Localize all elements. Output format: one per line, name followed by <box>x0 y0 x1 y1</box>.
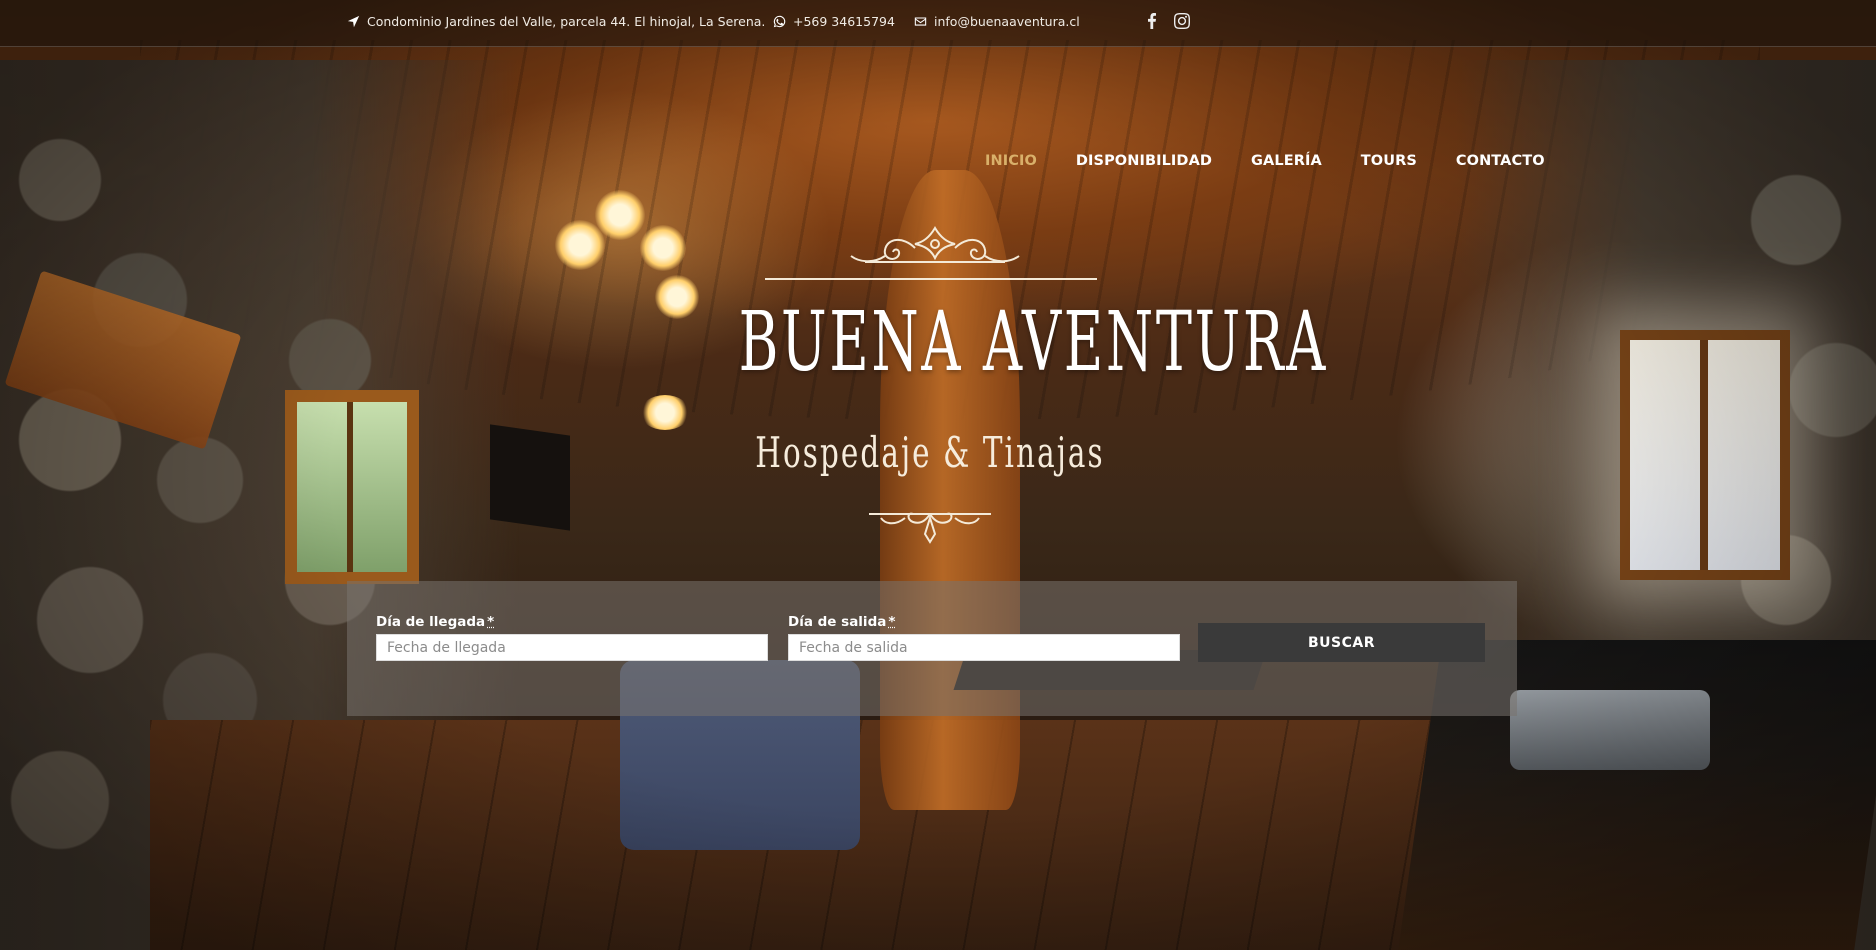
whatsapp-icon <box>773 15 786 28</box>
booking-search-panel: Día de llegada* Día de salida* BUSCAR <box>347 581 1517 716</box>
arrival-field: Día de llegada * <box>376 614 768 661</box>
brand-name: BUENA AVENTURA <box>738 295 1328 390</box>
departure-label: Día de salida * <box>788 614 1180 630</box>
phone-item[interactable]: +569 34615794 <box>773 14 895 29</box>
departure-field: Día de salida * <box>788 614 1180 661</box>
location-arrow-icon <box>347 15 360 28</box>
instagram-icon[interactable] <box>1173 12 1191 30</box>
nav-item-disponibilidad[interactable]: DISPONIBILIDAD <box>1076 153 1212 169</box>
main-navigation: INICIO DISPONIBILIDAD GALERÍA TOURS CONT… <box>985 153 1545 169</box>
facebook-icon[interactable] <box>1143 12 1161 30</box>
address-item: Condominio Jardines del Valle, parcela 4… <box>347 14 765 29</box>
required-mark: * <box>487 614 495 630</box>
departure-date-input[interactable] <box>788 634 1180 661</box>
email-item[interactable]: info@buenaaventura.cl <box>914 14 1080 29</box>
departure-label-text: Día de salida <box>788 614 887 630</box>
arrival-label-text: Día de llegada <box>376 614 486 630</box>
social-links <box>1143 12 1191 30</box>
ornament-divider <box>765 278 1097 280</box>
nav-item-inicio[interactable]: INICIO <box>985 153 1037 169</box>
email-text[interactable]: info@buenaaventura.cl <box>934 14 1080 29</box>
envelope-icon <box>914 17 927 26</box>
nav-item-tours[interactable]: TOURS <box>1361 153 1417 169</box>
arrival-label: Día de llegada * <box>376 614 768 630</box>
site-logo[interactable]: BUENA AVENTURA Hospedaje & Tinajas <box>640 222 1328 547</box>
nav-item-contacto[interactable]: CONTACTO <box>1456 153 1545 169</box>
ornament-top-icon <box>850 226 1020 263</box>
arrival-date-input[interactable] <box>376 634 768 661</box>
top-info-bar: Condominio Jardines del Valle, parcela 4… <box>0 0 1876 47</box>
phone-text[interactable]: +569 34615794 <box>793 14 895 29</box>
brand-tagline: Hospedaje & Tinajas <box>755 428 1105 477</box>
search-button[interactable]: BUSCAR <box>1198 623 1485 662</box>
required-mark: * <box>888 614 896 630</box>
ornament-bottom-icon <box>869 512 991 544</box>
address-text: Condominio Jardines del Valle, parcela 4… <box>367 14 766 29</box>
nav-item-galeria[interactable]: GALERÍA <box>1251 153 1322 169</box>
